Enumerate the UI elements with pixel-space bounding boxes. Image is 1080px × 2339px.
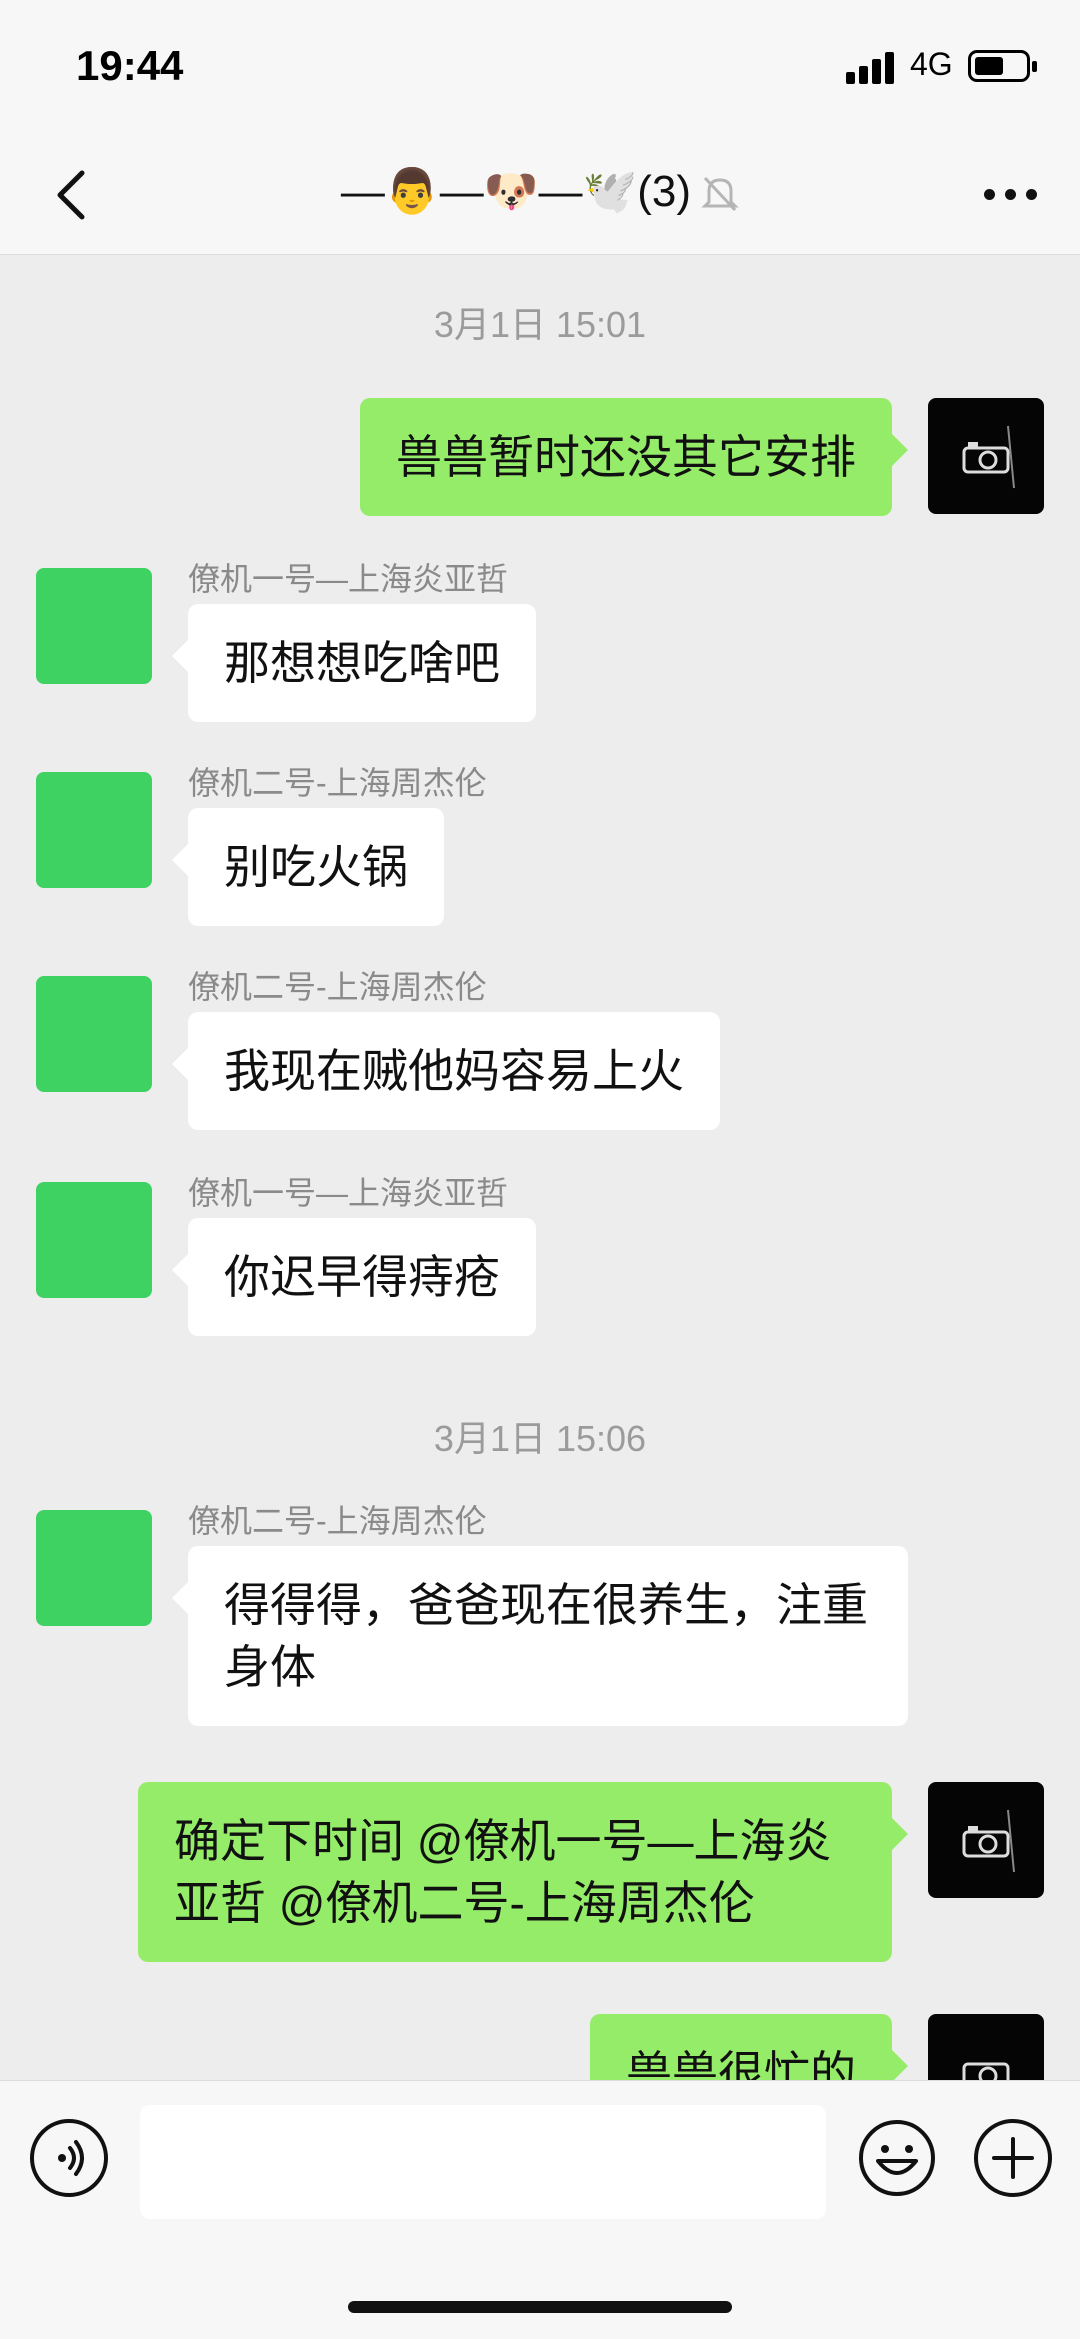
chat-title[interactable]: —👨—🐶—🕊️(3): [0, 165, 1080, 217]
group-name: —👨—🐶—🕊️: [340, 167, 638, 216]
status-time: 19:44: [76, 42, 184, 89]
message-bubble[interactable]: 得得得，爸爸现在很养生，注重身体: [172, 1546, 908, 1726]
chat-header: —👨—🐶—🕊️(3): [0, 135, 1080, 255]
status-bar: 19:44 4G: [0, 0, 1080, 135]
sender-name: 僚机一号—上海炎亚哲: [188, 561, 509, 597]
member-avatar[interactable]: [36, 1182, 152, 1298]
camera-icon: [962, 1809, 1015, 1873]
more-dots-icon[interactable]: [980, 177, 1040, 213]
timestamp: 3月1日 15:01: [433, 304, 647, 345]
sender-name: 僚机二号-上海周杰伦: [188, 969, 487, 1005]
member-avatar[interactable]: [36, 772, 152, 888]
home-indicator: [348, 2301, 732, 2313]
timestamp: 3月1日 15:06: [433, 1418, 647, 1459]
sender-name: 僚机二号-上海周杰伦: [188, 1503, 487, 1539]
voice-icon[interactable]: [30, 2119, 108, 2197]
member-avatar[interactable]: [36, 568, 152, 684]
emoji-icon[interactable]: [858, 2119, 936, 2197]
signal-icon: [846, 48, 898, 84]
network-type: 4G: [910, 46, 953, 82]
message-input[interactable]: [140, 2105, 826, 2219]
camera-icon: [962, 425, 1015, 489]
bell-muted-icon: [701, 177, 739, 212]
message-bubble[interactable]: 你迟早得痔疮: [172, 1218, 536, 1336]
plus-icon[interactable]: [974, 2119, 1052, 2197]
message-bubble[interactable]: 别吃火锅: [172, 808, 444, 926]
message-bubble-self[interactable]: 兽兽暂时还没其它安排: [360, 398, 908, 516]
self-avatar[interactable]: [928, 398, 1044, 514]
sender-name: 僚机二号-上海周杰伦: [188, 765, 487, 801]
member-avatar[interactable]: [36, 1510, 152, 1626]
member-avatar[interactable]: [36, 976, 152, 1092]
battery-icon: [968, 50, 1037, 82]
message-bubble[interactable]: 我现在贼他妈容易上火: [172, 1012, 720, 1130]
sender-name: 僚机一号—上海炎亚哲: [188, 1175, 509, 1211]
message-bubble[interactable]: 那想想吃啥吧: [172, 604, 536, 722]
message-bubble-self[interactable]: 确定下时间 @僚机一号—上海炎亚哲 @僚机二号-上海周杰伦: [138, 1782, 908, 1962]
self-avatar[interactable]: [928, 1782, 1044, 1898]
member-count: (3): [637, 167, 692, 216]
